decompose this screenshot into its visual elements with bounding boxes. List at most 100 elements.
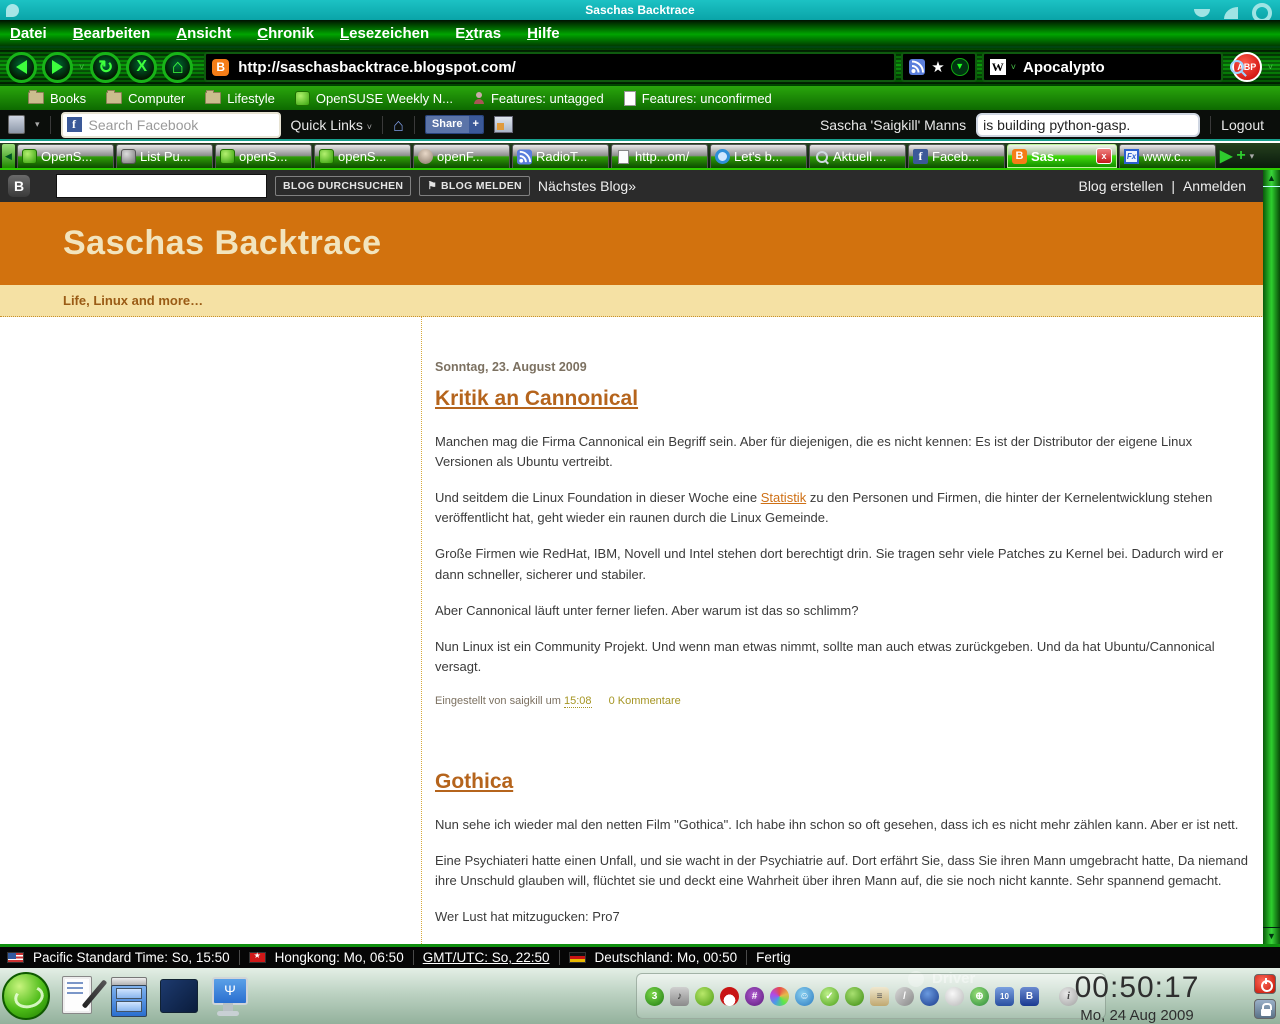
tray-chat-icon[interactable]: ☺ [795,986,814,1006]
chevron-down-icon[interactable]: ▾ [35,119,40,130]
url-bar[interactable]: B [204,52,897,82]
tray-flower-icon[interactable]: # [745,986,764,1006]
tray-wolf-icon[interactable] [920,986,939,1006]
tab-http[interactable]: http...om/ [611,144,708,168]
tray-swirl-icon[interactable] [770,986,789,1006]
forward-button[interactable] [42,51,73,83]
post-title-link[interactable]: Gothica [435,766,513,799]
sign-in-link[interactable]: Anmelden [1183,178,1246,194]
tray-notification-icon[interactable]: 3 [645,986,664,1006]
tab-scroll-right-button[interactable]: ▶ [1220,146,1232,166]
menu-chronik[interactable]: Chronik [257,25,314,42]
search-magnifier-icon[interactable] [1230,60,1244,74]
menu-hilfe[interactable]: Hilfe [527,25,560,42]
tab-scroll-left-button[interactable]: ◀ [2,144,15,168]
tab-close-icon[interactable]: x [1096,148,1112,164]
clock-gmt-utc[interactable]: GMT/UTC: So, 22:50 [423,950,550,965]
usb-device-launcher[interactable]: Ψ [206,973,250,1019]
scroll-down-arrow[interactable]: ▼ [1263,928,1280,944]
tab-openfate[interactable]: openF... [413,144,510,168]
bookmark-features-untagged[interactable]: Features: untagged [473,91,604,106]
blogger-logo-icon[interactable]: B [8,175,30,197]
tray-leaf-icon[interactable] [845,986,864,1006]
taskbar-clock[interactable]: 00:50:17 Mo, 24 Aug 2009 [1042,971,1232,1024]
tab-radiotux[interactable]: RadioT... [512,144,609,168]
menu-bearbeiten[interactable]: Bearbeiten [73,25,151,42]
facebook-toolbar-icon[interactable] [8,115,25,134]
logout-button[interactable]: Logout [1221,117,1264,133]
clock-pacific[interactable]: Pacific Standard Time: So, 15:50 [33,950,230,965]
reload-button[interactable]: ↻ [90,51,122,83]
vertical-scrollbar[interactable]: ▲ ▼ [1263,170,1280,944]
scroll-up-arrow[interactable]: ▲ [1263,170,1280,186]
menu-ansicht[interactable]: Ansicht [176,25,231,42]
opensuse-menu-button[interactable] [2,972,50,1020]
stop-button[interactable]: X [126,51,158,83]
flag-blog-button[interactable]: ⚑ BLOG MELDEN [419,176,530,196]
url-input[interactable] [236,57,889,77]
rss-feed-icon[interactable] [909,59,926,75]
menu-datei[interactable]: Datei [10,25,47,42]
tray-volume-icon[interactable]: ♪ [670,986,689,1006]
tray-globe-icon[interactable]: ⊕ [970,986,989,1006]
bookmark-features-unconfirmed[interactable]: Features: unconfirmed [623,90,772,106]
blog-search-button[interactable]: BLOG DURCHSUCHEN [275,176,412,196]
lock-button[interactable] [1254,999,1276,1019]
tray-egg-icon[interactable] [945,986,964,1006]
menu-lesezeichen[interactable]: Lesezeichen [340,25,429,42]
tab-saschas-backtrace-active[interactable]: B Sas... x [1007,144,1117,168]
wikipedia-engine-icon[interactable]: W [989,59,1006,75]
bookmark-star-icon[interactable]: ★ [931,60,944,75]
tab-opensuse-3[interactable]: openS... [314,144,411,168]
tab-facebook[interactable]: f Faceb... [908,144,1005,168]
facebook-search-input[interactable] [86,115,275,134]
tab-aktuell[interactable]: Aktuell ... [809,144,906,168]
back-button[interactable] [6,51,37,83]
download-arrow-icon[interactable]: ▼ [950,58,969,76]
tray-check-icon[interactable]: ✓ [820,986,839,1006]
post-comments-link[interactable]: 0 Kommentare [609,695,681,707]
create-blog-link[interactable]: Blog erstellen [1078,178,1163,194]
bookmark-folder-books[interactable]: Books [28,90,86,106]
tab-www-c[interactable]: Fx www.c... [1119,144,1216,168]
facebook-status-input[interactable] [976,112,1201,137]
maximize-button[interactable] [1224,7,1238,19]
facebook-search-box[interactable]: f [60,111,281,138]
text-editor-launcher[interactable] [56,973,108,1019]
tab-list[interactable]: List Pu... [116,144,213,168]
engine-dropdown[interactable]: ˅ [1011,62,1016,72]
tray-tool-icon[interactable]: / [895,986,914,1006]
new-tab-button[interactable]: + [1236,147,1245,165]
bookmark-folder-lifestyle[interactable]: Lifestyle [205,90,275,106]
web-search-input[interactable] [1021,57,1226,77]
statistik-link[interactable]: Statistik [761,490,807,505]
blog-search-input[interactable] [56,174,267,198]
tray-clipboard-icon[interactable]: ≡ [870,986,889,1006]
web-search-box[interactable]: W ˅ [981,52,1244,82]
home-button[interactable]: ⌂ [162,51,194,83]
tray-bird-icon[interactable] [695,986,714,1006]
bookmark-folder-computer[interactable]: Computer [106,90,185,106]
tab-opensuse-1[interactable]: OpenS... [17,144,114,168]
adblock-dropdown[interactable]: ˅ [1268,62,1273,72]
scrollbar-thumb[interactable] [1263,186,1280,928]
clock-hongkong[interactable]: Hongkong: Mo, 06:50 [275,950,404,965]
bookmark-opensuse-weekly[interactable]: OpenSUSE Weekly N... [294,90,453,106]
next-blog-link[interactable]: Nächstes Blog» [538,178,636,194]
quick-links-menu[interactable]: Quick Links ˅ [291,117,373,133]
post-time-link[interactable]: 15:08 [564,695,592,709]
minimize-button[interactable] [1194,9,1210,17]
blog-title[interactable]: Saschas Backtrace [63,224,382,263]
tray-ten-icon[interactable]: 10 [995,986,1014,1006]
tray-b-icon[interactable]: B [1020,986,1039,1006]
clock-deutschland[interactable]: Deutschland: Mo, 00:50 [595,950,738,965]
tab-opensuse-2[interactable]: openS... [215,144,312,168]
tray-face-icon[interactable] [720,986,739,1006]
facebook-home-icon[interactable]: ⌂ [393,116,404,134]
share-button[interactable]: Share + [424,115,484,134]
desktop-launcher[interactable] [156,973,200,1019]
history-dropdown[interactable]: ˅ [79,62,84,72]
tab-list-dropdown[interactable]: ▾ [1250,151,1255,162]
file-manager-launcher[interactable] [106,973,150,1019]
tab-lets-b[interactable]: Let's b... [710,144,807,168]
